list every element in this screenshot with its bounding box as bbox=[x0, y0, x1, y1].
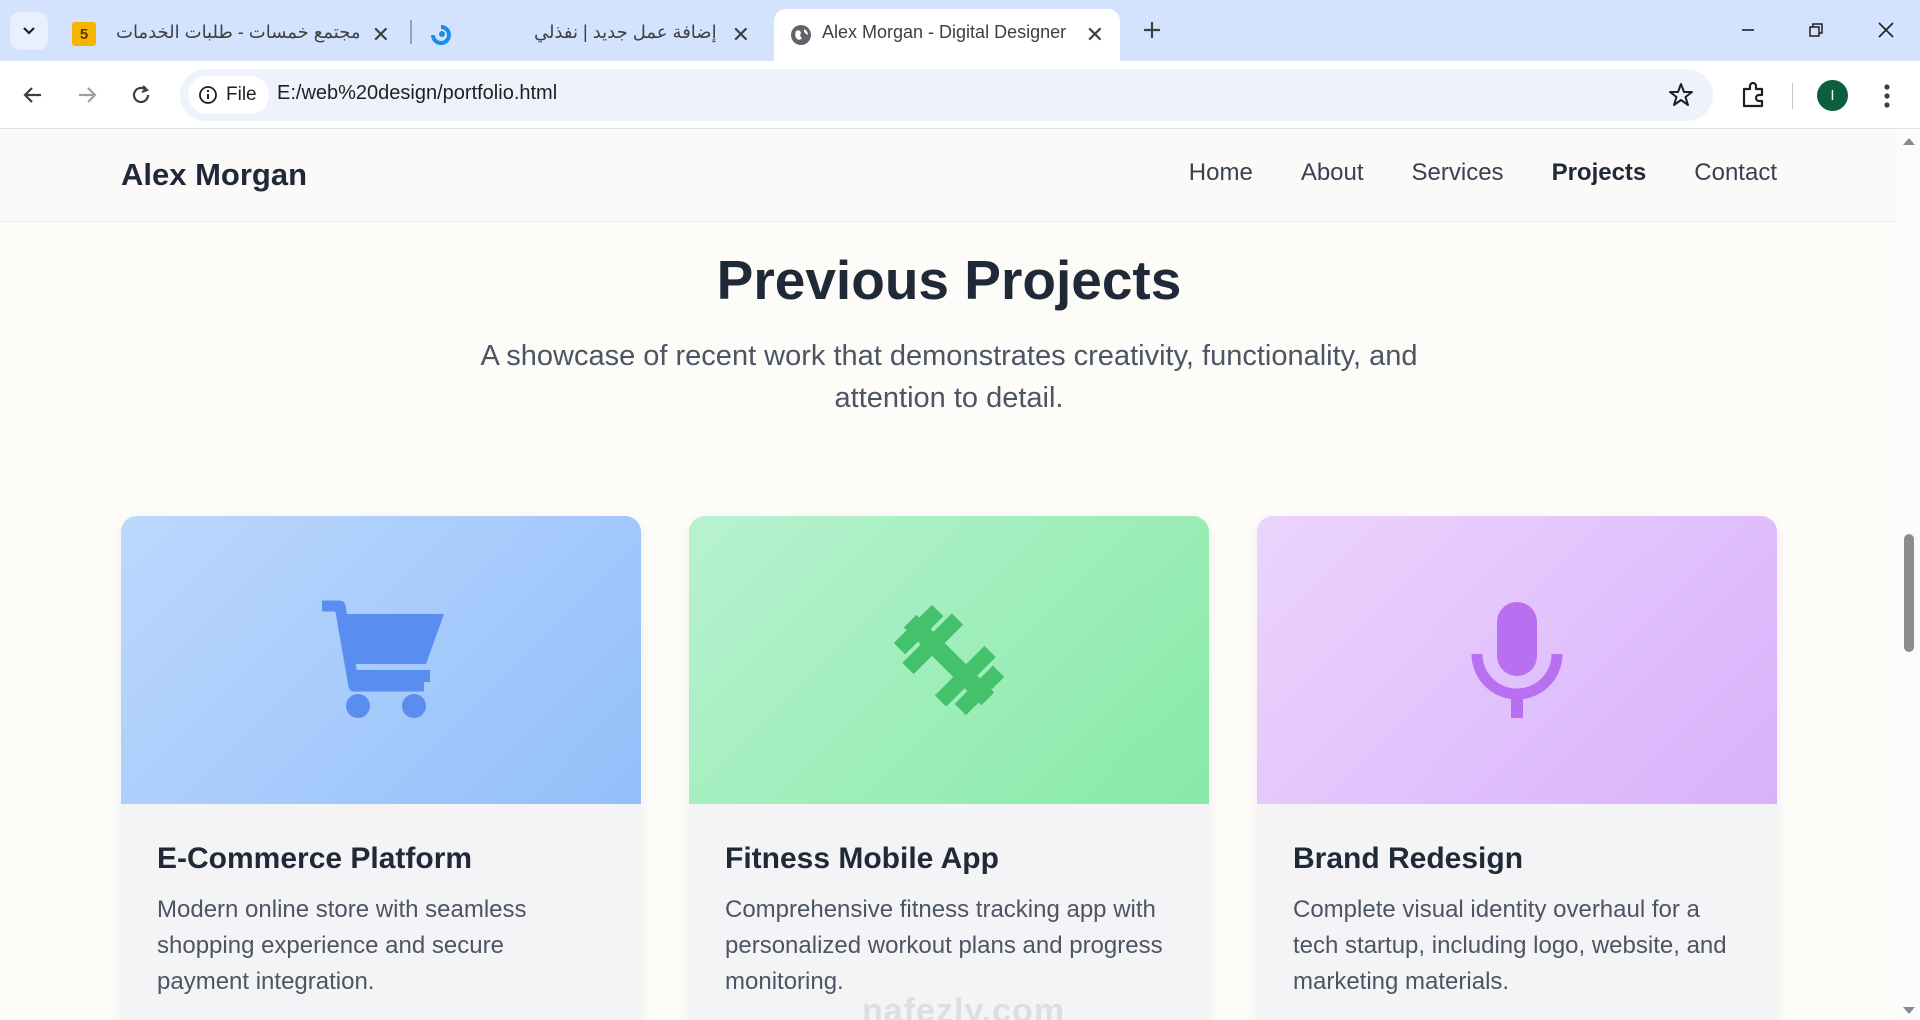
profile-avatar[interactable]: I bbox=[1817, 80, 1848, 111]
new-tab-button[interactable] bbox=[1134, 12, 1170, 48]
info-icon bbox=[199, 86, 217, 104]
nav-link-home[interactable]: Home bbox=[1189, 159, 1253, 187]
nav-link-contact[interactable]: Contact bbox=[1694, 159, 1777, 187]
site-nav-menu: Home About Services Projects Contact bbox=[1189, 159, 1777, 187]
project-card-image bbox=[1257, 516, 1777, 804]
khamsat-5-icon: 5 bbox=[72, 22, 96, 46]
globe-icon bbox=[791, 25, 811, 45]
close-window-button[interactable] bbox=[1866, 12, 1906, 48]
close-tab-icon[interactable]: ✕ bbox=[1086, 22, 1104, 48]
watermark-text: nafezly.com bbox=[862, 992, 1066, 1020]
url-text[interactable]: E:/web%20design/portfolio.html bbox=[277, 82, 557, 105]
page-viewport: Alex Morgan Home About Services Projects… bbox=[0, 130, 1898, 1020]
restore-button[interactable] bbox=[1796, 12, 1836, 48]
browser-tab-strip: 5 مجتمع خمسات - طلبات الخدمات ✕ إضافة عم… bbox=[0, 0, 1920, 61]
site-brand[interactable]: Alex Morgan bbox=[121, 157, 307, 193]
more-vertical-icon bbox=[1884, 84, 1890, 108]
page-scrollbar[interactable] bbox=[1898, 130, 1920, 1020]
bookmark-star-icon[interactable] bbox=[1667, 81, 1695, 109]
arrow-right-icon bbox=[79, 87, 97, 103]
site-info-chip[interactable]: File bbox=[188, 76, 269, 114]
project-description: Modern online store with seamless shoppi… bbox=[157, 896, 527, 995]
toolbar-divider bbox=[1792, 83, 1793, 109]
browser-tab-nafezly[interactable]: إضافة عمل جديد | نفذلي ✕ bbox=[416, 9, 766, 61]
project-title: E-Commerce Platform bbox=[157, 842, 473, 875]
project-description: Comprehensive fitness tracking app with … bbox=[725, 896, 1163, 995]
microphone-icon bbox=[1471, 602, 1563, 718]
arrow-left-icon bbox=[23, 87, 41, 103]
project-card-ecommerce[interactable]: E-Commerce Platform Modern online store … bbox=[121, 516, 641, 1020]
section-subheading: A showcase of recent work that demonstra… bbox=[480, 340, 1418, 414]
project-title: Fitness Mobile App bbox=[725, 842, 999, 875]
close-tab-icon[interactable]: ✕ bbox=[732, 22, 750, 48]
reload-button[interactable] bbox=[123, 77, 159, 113]
project-title: Brand Redesign bbox=[1293, 842, 1524, 875]
tab-search-button[interactable] bbox=[10, 12, 48, 50]
tab-title: مجتمع خمسات - طلبات الخدمات bbox=[116, 22, 361, 42]
nafezly-icon bbox=[431, 25, 451, 45]
extensions-puzzle-icon[interactable] bbox=[1738, 79, 1770, 111]
minimize-icon bbox=[1742, 29, 1754, 31]
browser-menu-button[interactable] bbox=[1872, 78, 1902, 114]
project-card-brand[interactable]: Brand Redesign Complete visual identity … bbox=[1257, 516, 1777, 1020]
tab-title: Alex Morgan - Digital Designer bbox=[822, 22, 1067, 42]
reload-icon bbox=[132, 85, 150, 104]
nav-link-projects[interactable]: Projects bbox=[1552, 159, 1647, 187]
browser-tab-portfolio[interactable]: Alex Morgan - Digital Designer ✕ bbox=[774, 9, 1120, 61]
shopping-cart-icon bbox=[322, 600, 444, 718]
scroll-down-arrow-icon[interactable] bbox=[1903, 1007, 1915, 1014]
browser-tab-khamsat[interactable]: 5 مجتمع خمسات - طلبات الخدمات ✕ bbox=[56, 9, 406, 61]
back-button[interactable] bbox=[15, 77, 51, 113]
chevron-down-icon bbox=[23, 27, 35, 35]
browser-toolbar: File E:/web%20design/portfolio.html I bbox=[0, 61, 1920, 129]
address-bar[interactable]: File E:/web%20design/portfolio.html bbox=[180, 69, 1713, 121]
tab-divider bbox=[410, 20, 412, 44]
tab-title: إضافة عمل جديد | نفذلي bbox=[534, 22, 717, 42]
site-info-label: File bbox=[226, 84, 257, 105]
site-navbar: Alex Morgan Home About Services Projects… bbox=[0, 130, 1898, 222]
nav-link-services[interactable]: Services bbox=[1412, 159, 1504, 187]
nav-link-about[interactable]: About bbox=[1301, 159, 1364, 187]
restore-icon bbox=[1809, 23, 1823, 37]
dumbbell-icon bbox=[893, 604, 1005, 716]
project-card-image bbox=[121, 516, 641, 804]
scroll-up-arrow-icon[interactable] bbox=[1903, 138, 1915, 145]
project-card-image bbox=[689, 516, 1209, 804]
project-description: Complete visual identity overhaul for a … bbox=[1293, 896, 1727, 995]
section-heading: Previous Projects bbox=[716, 249, 1182, 311]
close-icon bbox=[1878, 22, 1894, 38]
scrollbar-thumb[interactable] bbox=[1904, 534, 1914, 652]
forward-button[interactable] bbox=[69, 77, 105, 113]
plus-icon bbox=[1144, 22, 1160, 38]
close-tab-icon[interactable]: ✕ bbox=[372, 22, 390, 48]
minimize-button[interactable] bbox=[1728, 12, 1768, 48]
project-card-fitness[interactable]: Fitness Mobile App Comprehensive fitness… bbox=[689, 516, 1209, 1020]
